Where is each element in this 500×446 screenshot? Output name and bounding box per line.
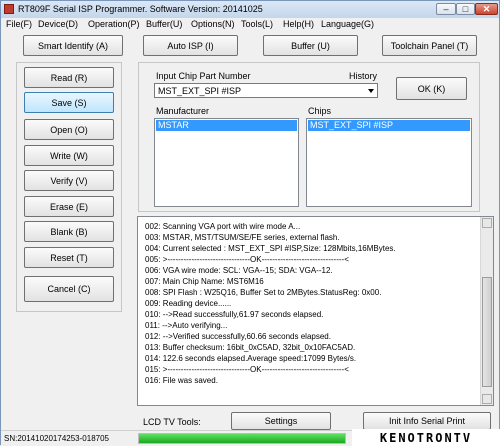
save-button[interactable]: Save (S) [24, 92, 114, 113]
log-scrollbar[interactable] [480, 217, 493, 405]
minimize-button[interactable]: – [436, 3, 456, 15]
window-title: RT809F Serial ISP Programmer. Software V… [18, 4, 263, 14]
serial-number: SN:20141020174253-018705 [4, 434, 109, 443]
log-line: 007: Main Chip Name: MST6M16 [145, 277, 264, 286]
erase-button[interactable]: Erase (E) [24, 196, 114, 217]
chips-label: Chips [308, 106, 332, 116]
manufacturer-label: Manufacturer [156, 106, 210, 116]
progress-fill [139, 434, 345, 443]
log-line: 012: -->Verified successfully,60.66 seco… [145, 332, 331, 341]
log-line: 006: VGA wire mode: SCL: VGA--15; SDA: V… [145, 266, 333, 275]
blank-button[interactable]: Blank (B) [24, 221, 114, 242]
menu-operation[interactable]: Operation(P) [88, 19, 140, 29]
log-line: 010: -->Read successfully,61.97 seconds … [145, 310, 324, 319]
manufacturer-list-item[interactable]: MSTAR [156, 120, 297, 131]
ok-button[interactable]: OK (K) [396, 77, 467, 100]
menu-buffer[interactable]: Buffer(U) [146, 19, 182, 29]
maximize-button[interactable]: □ [456, 3, 475, 15]
menu-tools[interactable]: Tools(L) [241, 19, 273, 29]
read-button[interactable]: Read (R) [24, 67, 114, 88]
input-chip-label: Input Chip Part Number [156, 71, 251, 81]
init-info-serial-print-button[interactable]: Init Info Serial Print [363, 412, 491, 430]
log-line: 004: Current selected : MST_EXT_SPI #ISP… [145, 244, 396, 253]
menu-help[interactable]: Help(H) [283, 19, 314, 29]
menu-device[interactable]: Device(D) [38, 19, 78, 29]
history-label: History [349, 71, 378, 81]
close-button[interactable]: ✕ [475, 3, 498, 15]
scroll-down-icon[interactable] [482, 394, 492, 404]
watermark-logo: KENOTRONTV [352, 429, 500, 446]
auto-isp-button[interactable]: Auto ISP (I) [143, 35, 238, 56]
menu-language[interactable]: Language(G) [321, 19, 374, 29]
cancel-button[interactable]: Cancel (C) [24, 276, 114, 302]
menu-file[interactable]: File(F) [6, 19, 32, 29]
log-line: 014: 122.6 seconds elapsed.Average speed… [145, 354, 357, 363]
log-line: 013: Buffer checksum: 16bit_0xC5AD, 32bi… [145, 343, 356, 352]
lcd-tools-label: LCD TV Tools: [143, 417, 201, 427]
log-output[interactable]: 002: Scanning VGA port with wire mode A.… [137, 216, 494, 406]
log-line: 005: >-------------------------------OK-… [145, 255, 349, 264]
settings-button[interactable]: Settings [231, 412, 331, 430]
chip-part-combobox[interactable]: MST_EXT_SPI #ISP [154, 83, 378, 98]
log-line: 002: Scanning VGA port with wire mode A.… [145, 222, 301, 231]
log-line: 009: Reading device...... [145, 299, 232, 308]
log-line: 008: SPI Flash : W25Q16, Buffer Set to 2… [145, 288, 382, 297]
manufacturer-list[interactable]: MSTAR [154, 118, 299, 207]
write-button[interactable]: Write (W) [24, 145, 114, 166]
chevron-down-icon[interactable] [368, 89, 374, 93]
chip-part-value: MST_EXT_SPI #ISP [158, 86, 242, 96]
verify-button[interactable]: Verify (V) [24, 170, 114, 191]
app-icon [4, 4, 14, 14]
open-button[interactable]: Open (O) [24, 119, 114, 140]
log-line: 003: MSTAR, MST/TSUM/SE/FE series, exter… [145, 233, 340, 242]
reset-button[interactable]: Reset (T) [24, 247, 114, 268]
smart-identify-button[interactable]: Smart Identify (A) [23, 35, 123, 56]
progress-bar [138, 433, 346, 444]
log-line: 016: File was saved. [145, 376, 218, 385]
scroll-up-icon[interactable] [482, 218, 492, 228]
scroll-thumb[interactable] [482, 277, 492, 387]
main-window: RT809F Serial ISP Programmer. Software V… [0, 0, 500, 446]
log-line: 015: >-------------------------------OK-… [145, 365, 349, 374]
log-line: 011: -->Auto verifying... [145, 321, 228, 330]
menu-bar: File(F) Device(D) Operation(P) Buffer(U)… [1, 18, 499, 31]
menu-options[interactable]: Options(N) [191, 19, 235, 29]
title-bar: RT809F Serial ISP Programmer. Software V… [1, 1, 499, 19]
buffer-button[interactable]: Buffer (U) [263, 35, 358, 56]
chips-list[interactable]: MST_EXT_SPI #ISP [306, 118, 472, 207]
chips-list-item[interactable]: MST_EXT_SPI #ISP [308, 120, 470, 131]
toolchain-panel-button[interactable]: Toolchain Panel (T) [382, 35, 477, 56]
